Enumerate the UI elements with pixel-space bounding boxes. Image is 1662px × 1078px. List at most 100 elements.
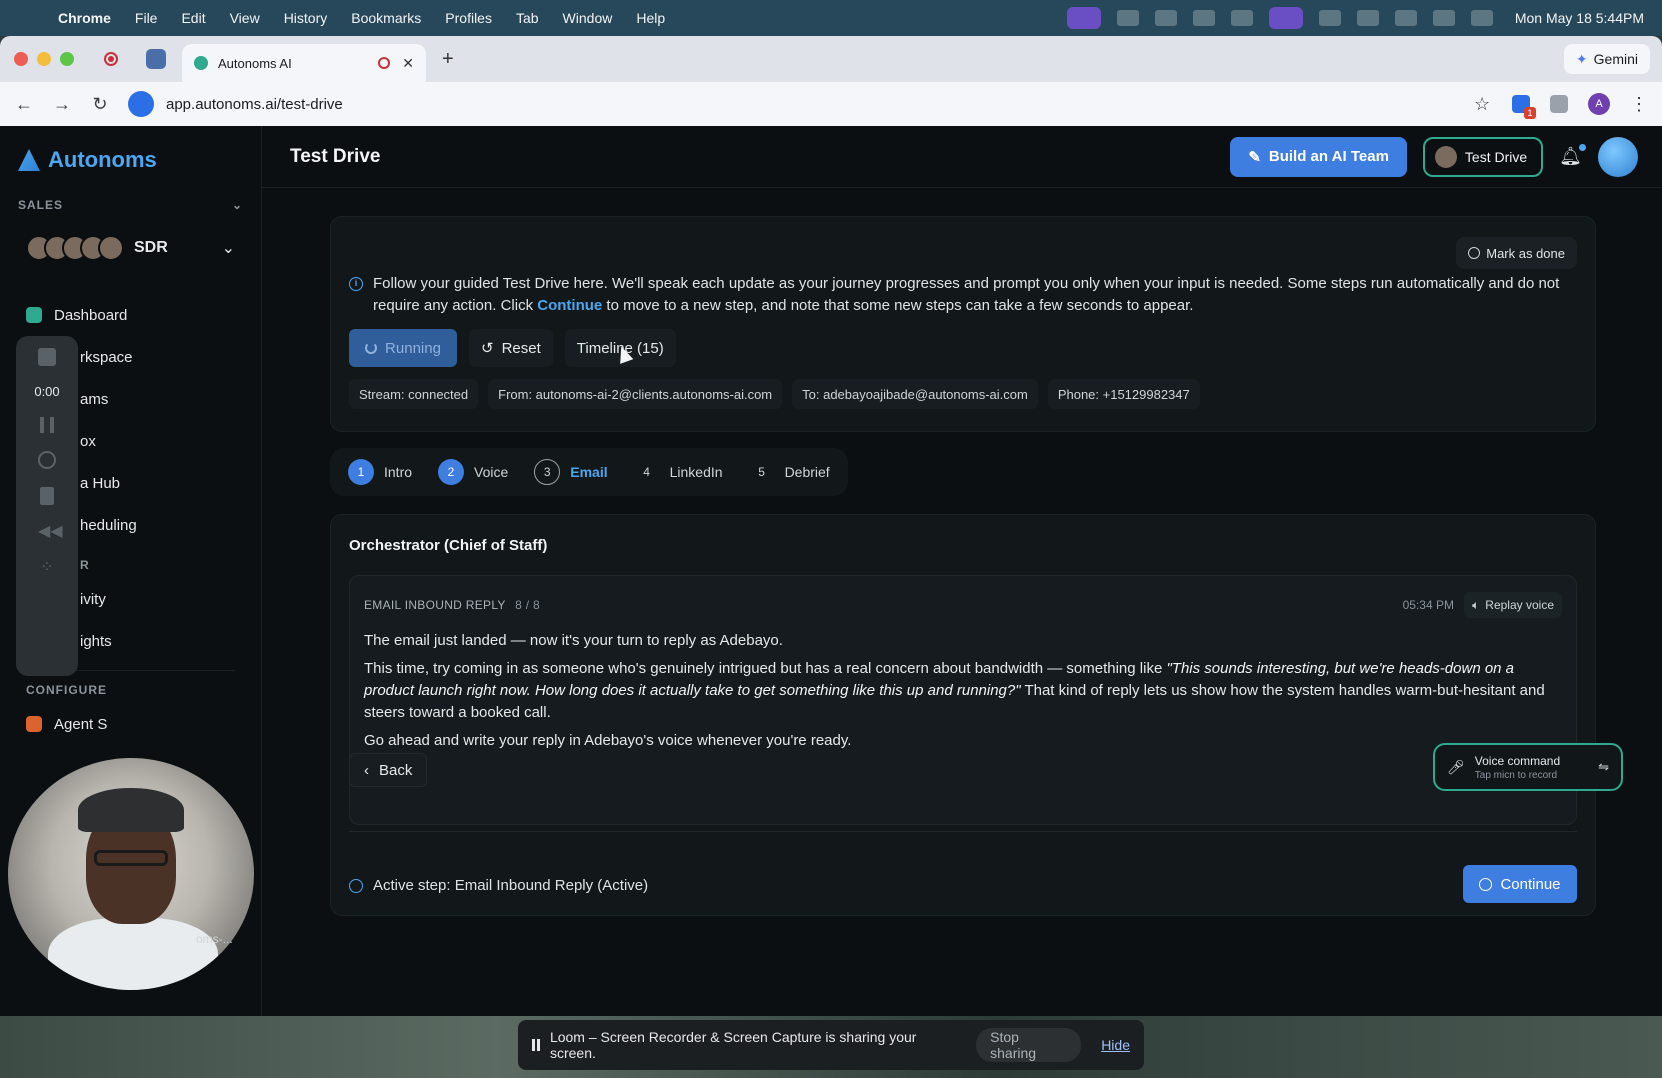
build-ai-team-button[interactable]: ✎ Build an AI Team bbox=[1230, 136, 1407, 177]
replay-voice-button[interactable]: 🔈︎ Replay voice bbox=[1464, 592, 1562, 618]
webcam-person-cap bbox=[78, 788, 184, 832]
step-linkedin[interactable]: 4 LinkedIn bbox=[634, 459, 722, 485]
menu-file[interactable]: File bbox=[135, 10, 158, 26]
sidebar-footer-text: oms-... bbox=[196, 932, 233, 946]
user-avatar[interactable] bbox=[1598, 136, 1638, 177]
app-shell: Autonoms SALES ⌄ SDR ⌄ Dashboard rkspace bbox=[0, 126, 1662, 1016]
tab-search-icon[interactable] bbox=[146, 49, 166, 69]
menu-window[interactable]: Window bbox=[563, 10, 613, 26]
voice-command-widget[interactable]: 🎤︎ Voice command Tap micn to record ⇋ bbox=[1433, 743, 1623, 791]
loom-sharing-bar: Loom – Screen Recorder & Screen Capture … bbox=[518, 1020, 1144, 1070]
chevron-down-icon: ⌄ bbox=[231, 198, 243, 212]
sidebar-item-label: Agent S bbox=[54, 715, 108, 733]
speaker-icon: 🔈︎ bbox=[1472, 597, 1480, 612]
url-text[interactable]: app.autonoms.ai/test-drive bbox=[166, 96, 343, 113]
menu-edit[interactable]: Edit bbox=[181, 10, 205, 26]
sidebar-item-label: ams bbox=[80, 390, 109, 408]
step-progress: 1 Intro 2 Voice 3 Email 4 LinkedIn 5 Deb… bbox=[330, 448, 848, 496]
grid-icon[interactable] bbox=[1230, 10, 1253, 26]
brand-name: Autonoms bbox=[48, 147, 157, 172]
back-arrow-icon[interactable]: ← bbox=[14, 94, 34, 115]
stop-recording-icon[interactable] bbox=[38, 348, 56, 366]
chevron-down-icon: ⌄ bbox=[221, 240, 235, 257]
address-bar[interactable]: app.autonoms.ai/test-drive bbox=[128, 88, 1456, 120]
webcam-person-shirt bbox=[48, 918, 218, 990]
extensions-puzzle-icon[interactable] bbox=[1550, 95, 1568, 113]
trash-icon[interactable] bbox=[40, 487, 54, 505]
rewind-icon[interactable]: ◀◀ bbox=[38, 523, 63, 541]
hide-link[interactable]: Hide bbox=[1101, 1037, 1130, 1053]
reset-button[interactable]: ↺ Reset bbox=[469, 329, 553, 367]
section-sales[interactable]: SALES ⌄ bbox=[0, 198, 261, 212]
microphone-icon[interactable]: 🎤︎ bbox=[1447, 759, 1465, 776]
chrome-menu-icon[interactable]: ⋮ bbox=[1630, 94, 1648, 115]
macos-menubar: Chrome File Edit View History Bookmarks … bbox=[0, 0, 1662, 36]
moon-icon[interactable] bbox=[1318, 10, 1341, 26]
sidebar-item-dashboard[interactable]: Dashboard bbox=[0, 294, 261, 336]
window-icon[interactable] bbox=[1268, 7, 1303, 29]
grid-dots-icon[interactable]: ⁘ bbox=[38, 559, 56, 577]
profile-avatar[interactable]: A bbox=[1588, 93, 1610, 115]
wifi-icon[interactable] bbox=[1356, 10, 1379, 26]
team-name: SDR bbox=[134, 239, 168, 256]
menu-app[interactable]: Chrome bbox=[58, 10, 111, 26]
step-email[interactable]: 3 Email bbox=[534, 459, 608, 485]
menu-view[interactable]: View bbox=[230, 10, 260, 26]
minimize-window-icon[interactable] bbox=[37, 52, 51, 66]
status-pill-from: From: autonoms-ai-2@clients.autonoms-ai.… bbox=[488, 379, 783, 409]
tab-strip: Autonoms AI ✕ + ✦ Gemini bbox=[0, 36, 1662, 82]
mark-as-done-button[interactable]: Mark as done bbox=[1456, 237, 1577, 269]
step-intro[interactable]: 1 Intro bbox=[348, 459, 412, 485]
extension-badge-icon[interactable] bbox=[1512, 95, 1536, 119]
menubar-clock[interactable]: Mon May 18 5:44PM bbox=[1515, 10, 1644, 26]
menu-bookmarks[interactable]: Bookmarks bbox=[351, 10, 421, 26]
spotlight-search-icon[interactable] bbox=[1432, 10, 1455, 26]
reset-icon: ↺ bbox=[481, 340, 494, 357]
teams-icon[interactable] bbox=[1154, 10, 1177, 26]
webcam-bubble[interactable] bbox=[8, 758, 254, 990]
stop-sharing-button[interactable]: Stop sharing bbox=[976, 1028, 1082, 1062]
gemini-button[interactable]: ✦ Gemini bbox=[1563, 44, 1650, 74]
battery-icon[interactable] bbox=[1394, 10, 1417, 26]
step-voice[interactable]: 2 Voice bbox=[438, 459, 508, 485]
team-selector[interactable]: SDR ⌄ bbox=[14, 224, 247, 272]
message-body: The email just landed — now it's your tu… bbox=[364, 630, 1564, 758]
bell-icon[interactable]: 🔔︎ bbox=[1559, 144, 1586, 167]
bookmark-star-icon[interactable]: ☆ bbox=[1474, 95, 1492, 113]
screen-share-icon[interactable] bbox=[1066, 7, 1101, 29]
pause-icon[interactable] bbox=[532, 1039, 540, 1051]
menu-help[interactable]: Help bbox=[636, 10, 665, 26]
close-window-icon[interactable] bbox=[14, 52, 28, 66]
restart-icon[interactable] bbox=[38, 451, 56, 469]
sliders-icon[interactable]: ⇋ bbox=[1598, 759, 1609, 775]
test-drive-button[interactable]: Test Drive bbox=[1422, 136, 1544, 177]
site-info-icon[interactable] bbox=[128, 91, 154, 117]
recording-icon[interactable] bbox=[104, 52, 118, 66]
step-number: 3 bbox=[534, 459, 561, 485]
control-center-icon[interactable] bbox=[1470, 10, 1493, 26]
zoom-window-icon[interactable] bbox=[60, 52, 74, 66]
tab-close-icon[interactable]: ✕ bbox=[402, 55, 414, 72]
cube-icon[interactable] bbox=[1192, 10, 1215, 26]
new-tab-icon[interactable]: + bbox=[442, 48, 454, 71]
step-debrief[interactable]: 5 Debrief bbox=[749, 459, 829, 485]
pause-icon[interactable] bbox=[40, 417, 54, 433]
browser-toolbar: ← → ↻ app.autonoms.ai/test-drive ☆ A ⋮ bbox=[0, 82, 1662, 126]
reload-icon[interactable]: ↻ bbox=[90, 94, 110, 115]
menu-tab[interactable]: Tab bbox=[516, 10, 539, 26]
info-icon: i bbox=[349, 277, 363, 291]
reset-label: Reset bbox=[501, 339, 541, 357]
apple-icon[interactable] bbox=[18, 10, 34, 26]
tab-autonoms[interactable]: Autonoms AI ✕ bbox=[182, 44, 426, 82]
brand-logo[interactable]: Autonoms bbox=[0, 144, 261, 176]
continue-link[interactable]: Continue bbox=[537, 297, 602, 314]
back-button[interactable]: ‹ Back bbox=[349, 753, 428, 787]
forward-arrow-icon[interactable]: → bbox=[52, 94, 72, 115]
continue-button[interactable]: Continue bbox=[1463, 865, 1577, 903]
sidebar-item-agent-studio[interactable]: Agent S bbox=[0, 703, 261, 745]
running-button[interactable]: Running bbox=[349, 329, 457, 367]
snowflake-icon[interactable] bbox=[1116, 10, 1139, 26]
menu-profiles[interactable]: Profiles bbox=[445, 10, 492, 26]
menu-history[interactable]: History bbox=[284, 10, 328, 26]
status-pill-phone: Phone: +15129982347 bbox=[1047, 379, 1200, 409]
